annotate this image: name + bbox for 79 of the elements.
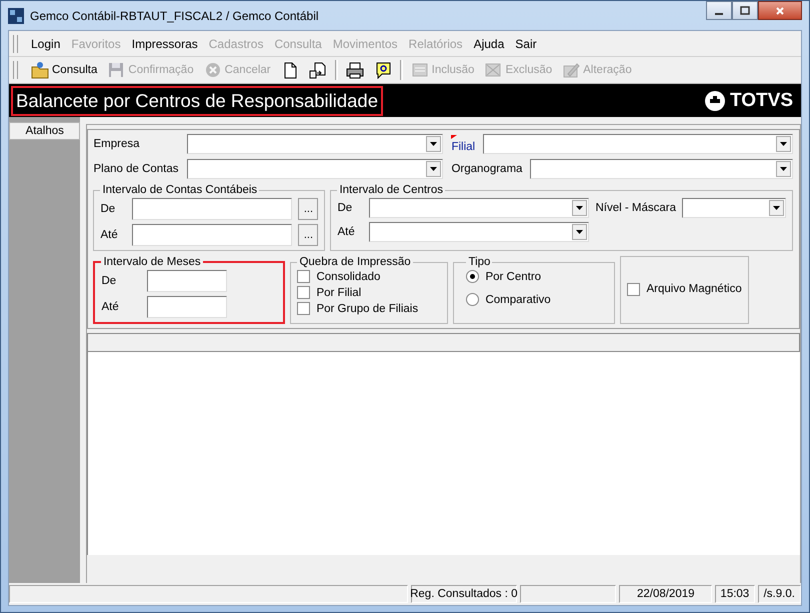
group-title: Intervalo de Contas Contábeis [101,184,258,196]
dropdown-field[interactable] [682,198,786,218]
checkbox[interactable] [297,270,310,283]
window-title: Gemco Contábil-RBTAUT_FISCAL2 / Gemco Contábil [30,8,320,22]
text-field[interactable] [132,224,292,246]
checkbox[interactable] [297,302,310,315]
status-text: /s.9.0. [758,585,801,603]
dropdown-field[interactable] [530,159,793,179]
dropdown-field[interactable] [187,159,444,179]
field-label: Organograma [451,163,522,175]
field-label: Até [101,301,120,313]
checkbox[interactable] [627,282,640,296]
minimize-button[interactable] [706,1,732,20]
checkbox-option[interactable]: Arquivo Magnético [627,282,742,296]
group-title: Tipo [467,256,492,268]
screen-title: Balancete por Centros de Responsabilidade [11,86,384,116]
status-text: 22/08/2019 [619,585,712,603]
radio-button[interactable] [466,293,480,306]
group-title: Quebra de Impressão [298,256,412,268]
text-field[interactable] [147,270,228,292]
cancel-icon [204,61,222,79]
page-arrow-icon [308,61,327,79]
checkbox[interactable] [297,286,310,299]
dropdown-field[interactable] [369,198,590,218]
app-icon [8,8,24,24]
toolbar-button[interactable]: Consulta [26,59,102,81]
group-title: Intervalo de Centros [338,184,444,196]
maximize-icon [740,6,750,16]
field-label: Filial [451,135,476,153]
dropdown-arrow-icon [576,206,584,210]
dropdown-field[interactable] [369,222,590,242]
close-icon [775,6,785,16]
field-label: Empresa [93,138,140,150]
status-text: Reg. Consultados : 0 [410,585,517,603]
logo-icon [704,90,726,112]
radio-option[interactable]: Por Centro [466,270,608,283]
field-label: Nível - Máscara [595,202,676,214]
checkbox-option[interactable]: Por Filial [297,286,442,299]
dropdown-arrow-icon [780,167,787,171]
checkbox-option[interactable]: Consolidado [297,270,442,283]
printer-icon [346,61,364,79]
logo-text: TOTVS [730,90,793,112]
menu-item[interactable]: Ajuda [468,36,510,50]
floppy-icon [107,61,126,79]
form-pencil-icon [562,61,580,79]
menu-item[interactable]: Impressoras [126,36,204,50]
speech-bubble-icon [374,61,392,79]
maximize-button[interactable] [732,1,758,20]
sidebar-tab[interactable]: Atalhos [9,122,80,140]
text-field[interactable] [147,296,228,318]
group-title: Intervalo de Meses [102,256,202,268]
field-label: De [101,275,118,287]
dropdown-arrow-icon [576,230,584,234]
field-label: Até [337,226,356,238]
dropdown-field[interactable] [187,134,444,154]
dropdown-field[interactable] [483,134,793,154]
required-marker-icon [451,135,458,139]
field-label: Plano de Contas [93,163,180,175]
form-cross-icon [484,61,502,79]
field-label: De [100,203,116,215]
radio-option[interactable]: Comparativo [466,293,608,306]
dropdown-arrow-icon [780,142,787,146]
menu-item[interactable]: Sair [510,36,543,50]
menu-item[interactable]: Login [26,36,66,50]
text-field[interactable] [132,198,292,220]
browse-button[interactable]: ... [298,224,318,246]
minimize-icon [715,12,723,14]
dropdown-arrow-icon [773,206,780,210]
dropdown-arrow-icon [430,167,438,171]
close-button[interactable] [758,1,802,20]
field-label: Até [100,229,119,241]
checkbox-option[interactable]: Por Grupo de Filiais [297,302,442,315]
status-text: 15:03 [715,585,755,603]
field-label: De [337,202,354,214]
dropdown-arrow-icon [430,142,438,146]
form-icon [410,61,429,79]
folder-icon [31,61,49,79]
browse-button[interactable]: ... [298,198,318,220]
radio-button[interactable] [466,270,480,283]
